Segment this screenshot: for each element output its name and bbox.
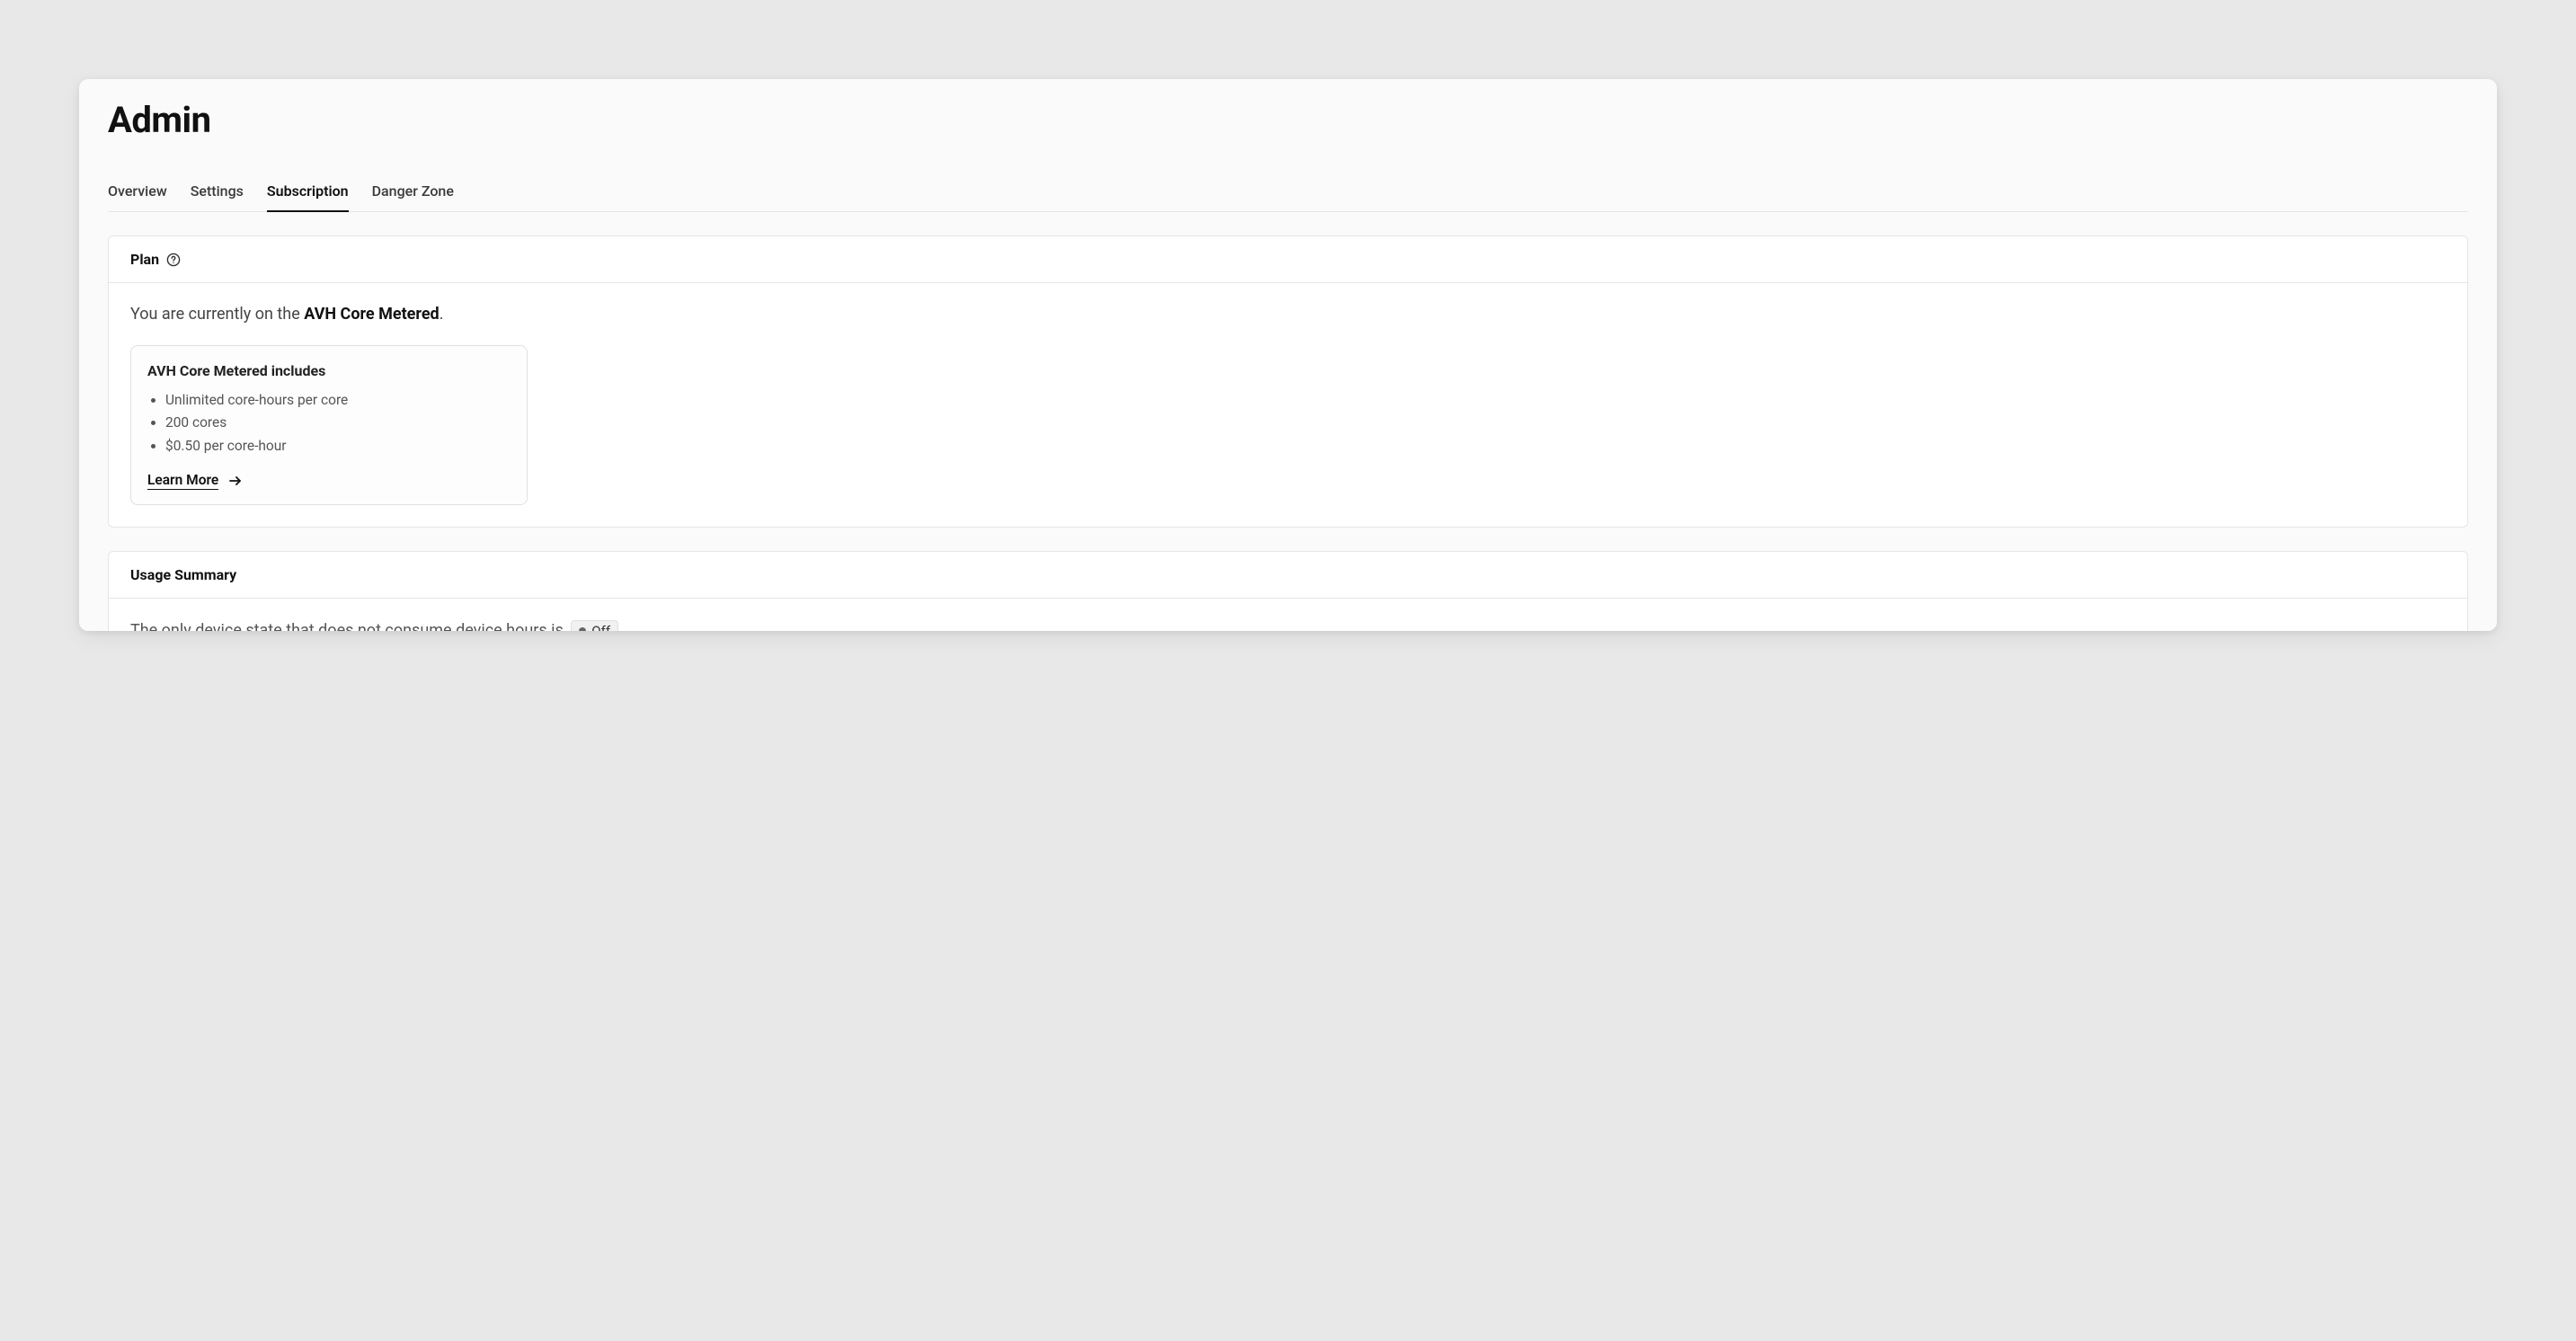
plan-includes-title: AVH Core Metered includes <box>147 362 511 379</box>
plan-include-item: $0.50 per core-hour <box>165 436 511 457</box>
tab-settings[interactable]: Settings <box>191 175 244 212</box>
tab-danger-zone[interactable]: Danger Zone <box>372 175 454 212</box>
usage-summary-body: The only device state that does not cons… <box>109 599 2467 631</box>
plan-includes-list: Unlimited core-hours per core 200 cores … <box>147 390 511 457</box>
page-title: Admin <box>108 99 2468 141</box>
usage-line-prefix: The only device state that does not cons… <box>130 621 564 632</box>
usage-summary-header: Usage Summary <box>109 552 2467 599</box>
help-icon[interactable] <box>166 253 181 267</box>
plan-panel: Plan You are currently on the AVH Core M… <box>108 235 2468 528</box>
plan-includes-box: AVH Core Metered includes Unlimited core… <box>130 345 528 505</box>
off-state-chip: Off <box>571 620 618 631</box>
off-chip-label: Off <box>591 623 610 631</box>
learn-more-label: Learn More <box>147 472 218 490</box>
tab-subscription[interactable]: Subscription <box>267 175 349 212</box>
usage-summary-panel: Usage Summary The only device state that… <box>108 551 2468 631</box>
plan-include-item: Unlimited core-hours per core <box>165 390 511 411</box>
tab-overview[interactable]: Overview <box>108 175 167 212</box>
plan-panel-title: Plan <box>130 251 159 268</box>
admin-page-card: Admin Overview Settings Subscription Dan… <box>79 79 2497 631</box>
tabs-bar: Overview Settings Subscription Danger Zo… <box>108 175 2468 212</box>
plan-panel-header: Plan <box>109 236 2467 283</box>
usage-summary-title: Usage Summary <box>130 566 236 583</box>
current-plan-prefix: You are currently on the <box>130 305 304 324</box>
plan-include-item: 200 cores <box>165 413 511 433</box>
current-plan-suffix: . <box>440 305 444 324</box>
dot-icon <box>579 627 586 631</box>
learn-more-link[interactable]: Learn More <box>147 472 244 490</box>
arrow-right-icon <box>227 473 244 489</box>
current-plan-name: AVH Core Metered <box>304 305 439 324</box>
current-plan-text: You are currently on the AVH Core Metere… <box>130 305 2446 324</box>
